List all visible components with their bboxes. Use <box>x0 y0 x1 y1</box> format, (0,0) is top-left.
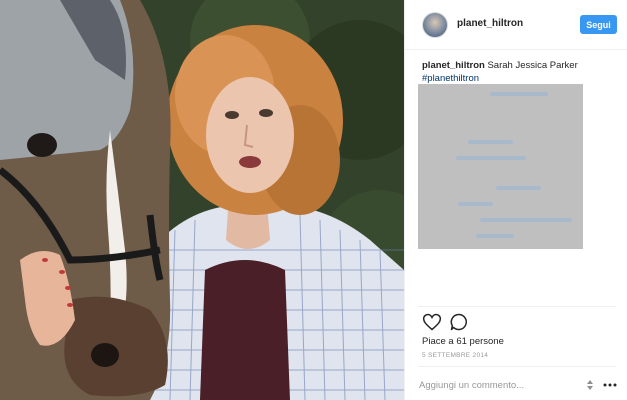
username-link[interactable]: planet_hiltron <box>457 18 523 29</box>
avatar[interactable] <box>422 12 448 38</box>
likes-count[interactable]: Piace a 61 persone <box>422 336 504 347</box>
more-options-icon[interactable] <box>603 382 617 388</box>
follow-button[interactable]: Segui <box>580 15 617 34</box>
post-sidebar: planet_hiltron Segui planet_hiltron Sara… <box>404 0 627 400</box>
post-header: planet_hiltron Segui <box>405 0 627 50</box>
blurred-line <box>496 186 541 190</box>
caption-username[interactable]: planet_hiltron <box>422 60 485 71</box>
blurred-line <box>456 156 526 160</box>
post-photo[interactable] <box>0 0 404 400</box>
heart-icon[interactable] <box>422 312 442 332</box>
photo-illustration <box>0 0 404 400</box>
divider <box>418 366 616 367</box>
caption: planet_hiltron Sarah Jessica Parker #pla… <box>422 59 622 85</box>
censored-comments-area <box>418 84 583 249</box>
divider <box>418 306 616 307</box>
comment-input[interactable] <box>419 378 579 392</box>
post-date: 5 SETTEMBRE 2014 <box>422 352 489 359</box>
blurred-line <box>480 218 572 222</box>
comment-controls <box>585 379 621 391</box>
caption-text: Sarah Jessica Parker <box>487 60 578 71</box>
comment-bubble-icon[interactable] <box>449 312 469 332</box>
blurred-line <box>458 202 493 206</box>
blurred-line <box>468 140 513 144</box>
blurred-line <box>476 234 514 238</box>
spinner-arrows-icon[interactable] <box>585 379 595 391</box>
blurred-line <box>490 92 548 96</box>
